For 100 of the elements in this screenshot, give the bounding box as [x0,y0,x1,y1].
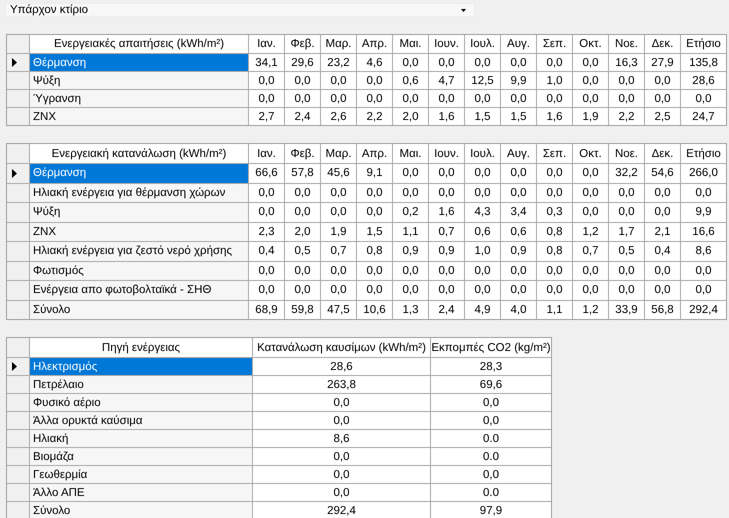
data-grid[interactable] [6,34,727,126]
table-cell[interactable]: 0,0 [357,262,392,280]
table-cell[interactable]: Ύγρανση [30,90,248,107]
table-cell[interactable]: 0,7 [573,242,608,260]
table-cell[interactable]: 8,6 [681,242,726,260]
table-cell[interactable]: 0,0 [573,203,608,222]
table-cell[interactable]: 0,0 [321,184,356,202]
table-cell[interactable]: 0,0 [645,262,680,280]
table-cell[interactable]: 0,0 [465,54,500,71]
row-header[interactable] [7,358,29,375]
table-cell[interactable]: 0,0 [465,90,500,107]
table-cell[interactable]: 0,0 [537,164,572,182]
table-cell[interactable]: 0,6 [465,222,500,241]
table-cell[interactable]: 0,0 [501,90,536,107]
table-cell[interactable]: 1,6 [429,108,464,125]
table-cell[interactable]: 0,0 [249,184,284,202]
table-cell[interactable]: 0,9 [393,242,428,260]
table-cell[interactable]: Ψύξη [30,72,248,89]
table-cell[interactable]: 69,6 [431,376,551,393]
table-cell[interactable]: Άλλο ΑΠΕ [30,484,252,501]
table-cell[interactable]: Θέρμανση [30,54,248,71]
table-cell[interactable]: 16,6 [681,222,726,241]
table-cell[interactable]: 0,0 [253,484,430,501]
table-cell[interactable]: 2,6 [321,108,356,125]
table-cell[interactable]: 0,0 [609,184,644,202]
table-cell[interactable]: 0,0 [609,72,644,89]
table-cell[interactable]: 0,0 [537,90,572,107]
table-cell[interactable]: 1,6 [537,108,572,125]
table-cell[interactable]: 1,5 [357,222,392,241]
table-cell[interactable]: 3,4 [501,203,536,222]
table-cell[interactable]: 0,4 [645,242,680,260]
table-cell[interactable]: 0,0 [249,90,284,107]
table-cell[interactable]: 28,3 [431,358,551,375]
table-cell[interactable]: 0,0 [609,203,644,222]
table-cell[interactable]: 68,9 [249,300,284,319]
table-cell[interactable]: 0,0 [465,262,500,280]
table-cell[interactable]: 0,0 [501,281,536,300]
table-cell[interactable]: Σύνολο [30,300,248,319]
table-cell[interactable]: 292,4 [253,502,430,518]
table-cell[interactable]: 0,0 [573,164,608,182]
table-cell[interactable]: 0,0 [645,90,680,107]
table-cell[interactable]: 0,7 [321,242,356,260]
table-cell[interactable]: 28,6 [253,358,430,375]
table-cell[interactable]: 0,9 [429,242,464,260]
table-cell[interactable]: 0,0 [429,184,464,202]
table-cell[interactable]: 1,5 [501,108,536,125]
table-cell[interactable]: 2,2 [357,108,392,125]
table-cell[interactable]: 27,9 [645,54,680,71]
table-cell[interactable]: 1,9 [321,222,356,241]
row-header[interactable] [7,164,29,182]
table-cell[interactable]: 66,6 [249,164,284,182]
table-cell[interactable]: 0,8 [537,222,572,241]
table-cell[interactable]: 0,0 [465,164,500,182]
table-cell[interactable]: Σύνολο [30,502,252,518]
table-cell[interactable]: 0,4 [249,242,284,260]
table-cell[interactable]: Πετρέλαιο [30,376,252,393]
table-cell[interactable]: 0.0 [431,448,551,465]
data-grid[interactable] [6,337,552,518]
table-cell[interactable]: 2,0 [393,108,428,125]
table-cell[interactable]: 97,9 [431,502,551,518]
table-cell[interactable]: Φωτισμός [30,262,248,280]
table-cell[interactable]: 4,6 [357,54,392,71]
table-cell[interactable]: 1,2 [573,222,608,241]
table-cell[interactable]: 0,0 [393,164,428,182]
table-cell[interactable]: 0,0 [537,54,572,71]
table-cell[interactable]: 0,0 [501,184,536,202]
table-cell[interactable]: 9,1 [357,164,392,182]
table-cell[interactable]: 0.0 [431,484,551,501]
table-cell[interactable]: 0,0 [573,281,608,300]
table-cell[interactable]: 0,0 [393,281,428,300]
table-cell[interactable]: 4,7 [429,72,464,89]
table-cell[interactable]: 0,0 [249,281,284,300]
table-cell[interactable]: 0,5 [609,242,644,260]
table-cell[interactable]: 0,0 [573,262,608,280]
table-cell[interactable]: 10,6 [357,300,392,319]
row-header[interactable] [7,54,29,71]
table-cell[interactable]: 0,0 [501,54,536,71]
table-cell[interactable]: ΖΝΧ [30,222,248,241]
table-cell[interactable]: Ηλιακή [30,430,252,447]
table-cell[interactable]: 1,2 [573,300,608,319]
table-cell[interactable]: 4,0 [501,300,536,319]
table-cell[interactable]: 0,0 [429,54,464,71]
table-cell[interactable]: 0,0 [393,54,428,71]
table-cell[interactable]: 0,0 [357,72,392,89]
table-cell[interactable]: 0,6 [501,222,536,241]
table-cell[interactable]: 0,0 [645,184,680,202]
table-cell[interactable]: 0.0 [431,430,551,447]
table-cell[interactable]: 0,0 [645,203,680,222]
table-cell[interactable]: 2,1 [645,222,680,241]
table-cell[interactable]: 0,0 [609,281,644,300]
table-cell[interactable]: 1,1 [537,300,572,319]
table-cell[interactable]: 1,5 [465,108,500,125]
table-cell[interactable]: 0,9 [501,242,536,260]
table-cell[interactable]: 23,2 [321,54,356,71]
table-cell[interactable]: 0,0 [285,72,320,89]
table-cell[interactable]: 0,0 [429,281,464,300]
table-cell[interactable]: 34,1 [249,54,284,71]
table-cell[interactable]: 292,4 [681,300,726,319]
table-cell[interactable]: 16,3 [609,54,644,71]
table-cell[interactable]: 12,5 [465,72,500,89]
